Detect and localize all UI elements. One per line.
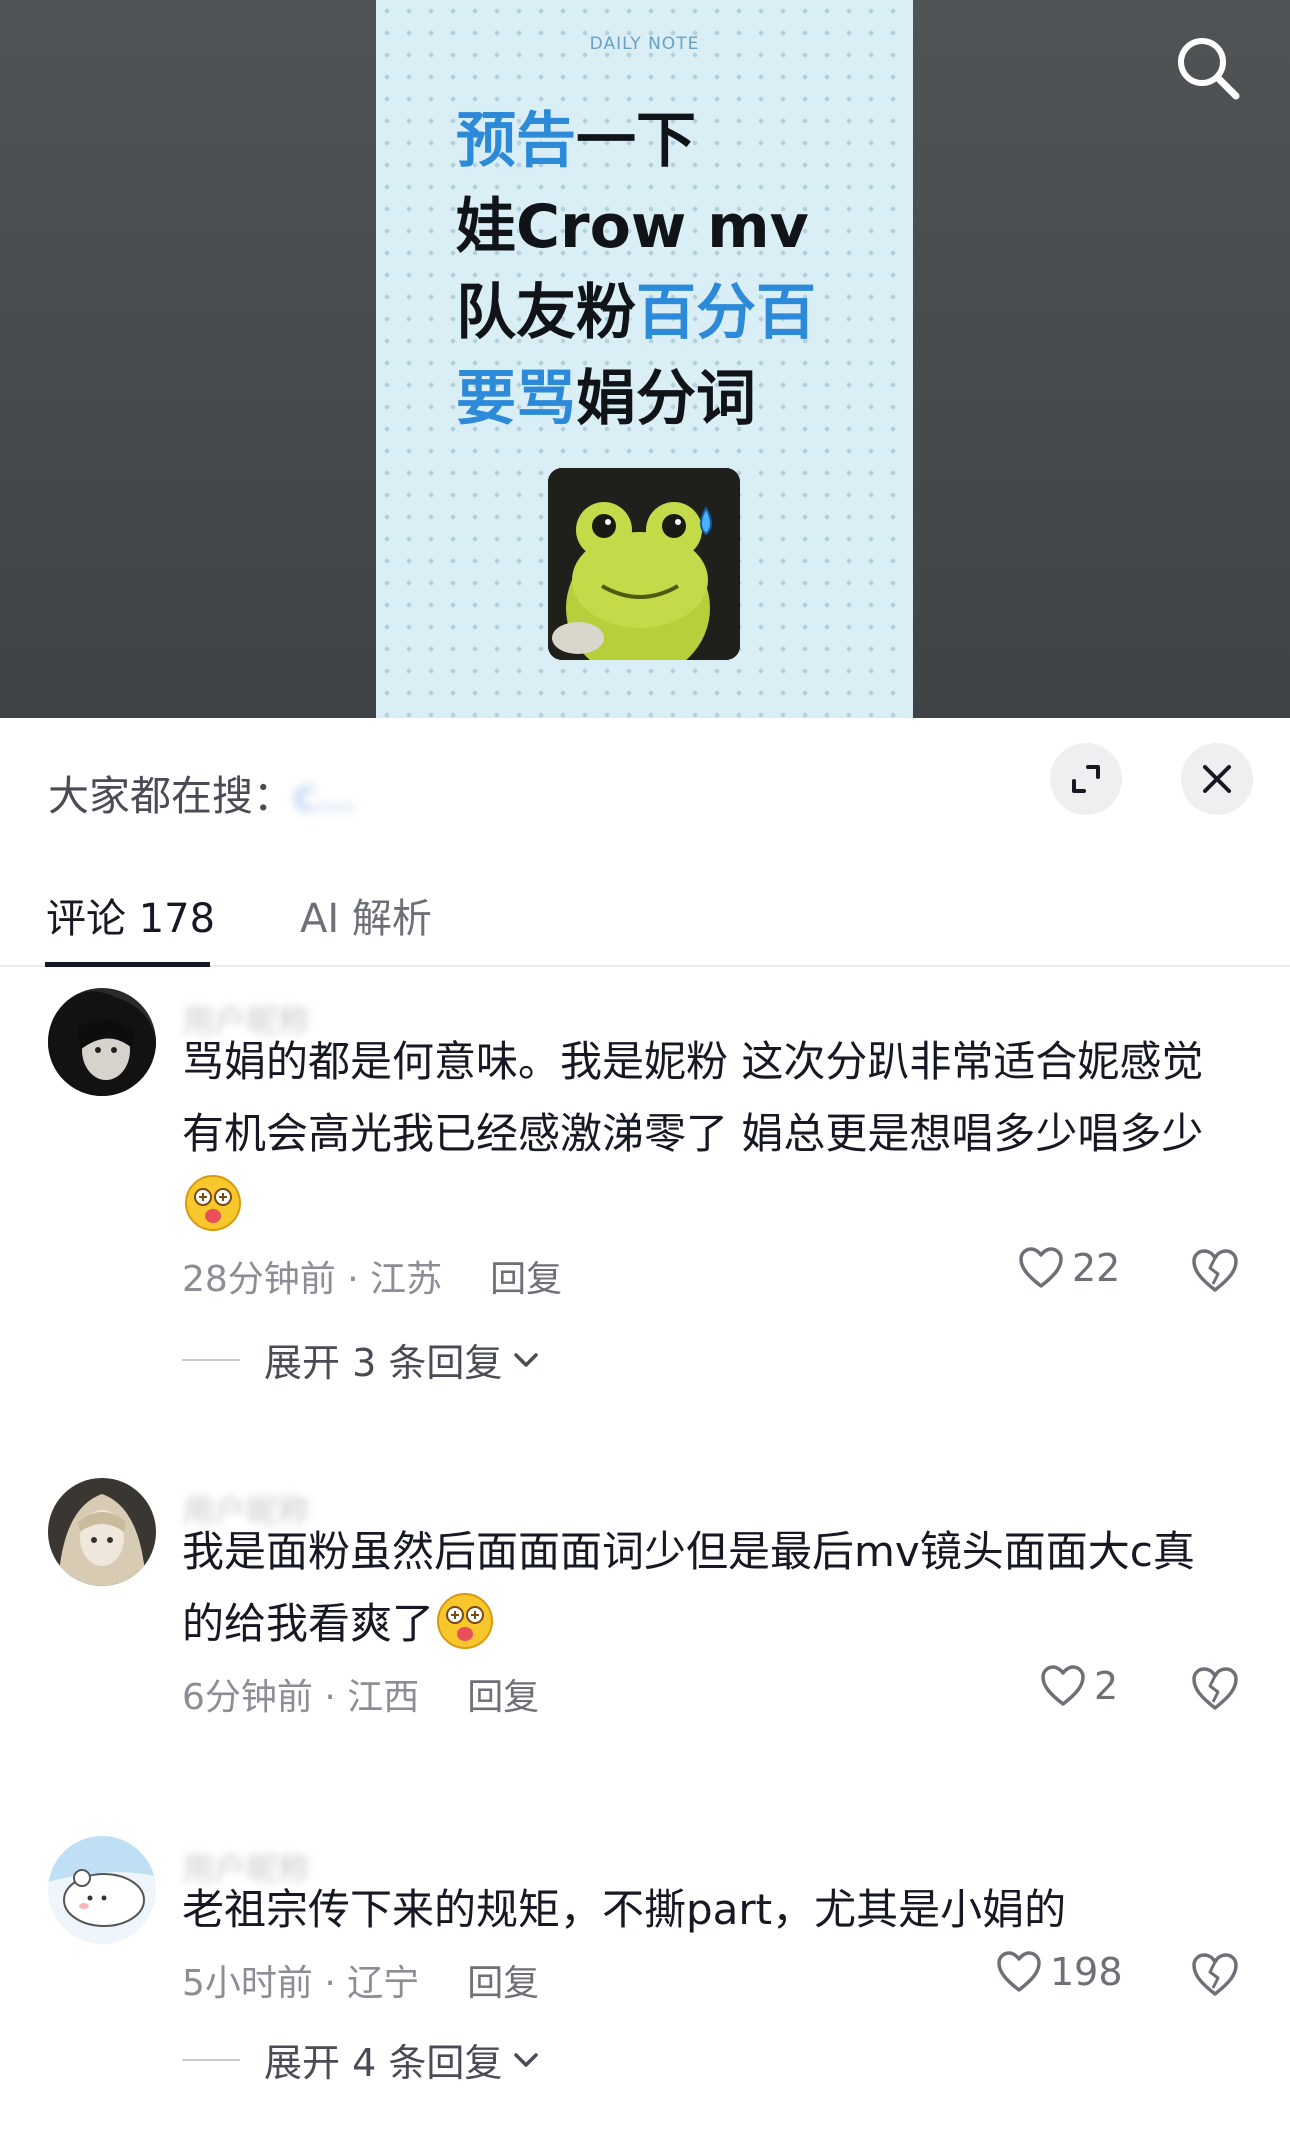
comment-time-location: 28分钟前 · 江苏 xyxy=(182,1259,443,1300)
broken-heart-icon xyxy=(1192,1667,1238,1710)
tab-comments[interactable]: 评论 178 xyxy=(46,873,215,965)
reply-button[interactable]: 回复 xyxy=(467,1963,539,2004)
divider-dash xyxy=(182,1358,240,1361)
frog-sticker xyxy=(548,468,740,660)
avatar[interactable] xyxy=(48,1478,156,1586)
reply-button[interactable]: 回复 xyxy=(490,1259,562,1300)
divider-dash xyxy=(182,2058,240,2061)
note-line-4: 要骂娟分词 xyxy=(456,364,756,434)
comment-time-location: 5小时前 · 辽宁 xyxy=(182,1963,420,2004)
dislike-button[interactable] xyxy=(1190,1664,1240,1714)
daily-note-card: DAILY NOTE 预告一下 娃Crow mv 队友粉百分百 要骂娟分词 xyxy=(376,0,913,718)
comment-time-location: 6分钟前 · 江西 xyxy=(182,1677,420,1718)
comment-meta: 28分钟前 · 江苏 回复 xyxy=(182,1250,562,1302)
heart-icon xyxy=(997,1951,1041,1992)
comment-tabs: 评论 178 AI 解析 xyxy=(0,873,1290,967)
close-button[interactable] xyxy=(1181,743,1253,815)
expand-button[interactable] xyxy=(1050,743,1122,815)
search-query: c... xyxy=(294,772,356,820)
reply-button[interactable]: 回复 xyxy=(467,1677,539,1718)
comment-text: 我是面粉虽然后面面面词少但是最后mv镜头面面大c真的给我看爽了 xyxy=(182,1527,1195,1650)
like-button[interactable]: 2 xyxy=(1040,1664,1118,1708)
dizzy-face-emoji-icon xyxy=(436,1592,494,1650)
heart-icon xyxy=(1019,1247,1063,1288)
comment-meta: 5小时前 · 辽宁 回复 xyxy=(182,1954,539,2006)
active-tab-indicator xyxy=(45,962,210,967)
comment-sheet: 大家都在搜：c... 评论 178 AI 解析 用户昵称 骂娟的都是何意味。我是… xyxy=(0,718,1290,2140)
expand-replies-button[interactable]: 展开 4 条回复 xyxy=(182,2032,540,2087)
note-line-1: 预告一下 xyxy=(456,106,696,176)
note-text: 预告一下 娃Crow mv 队友粉百分百 要骂娟分词 xyxy=(456,98,816,442)
video-player[interactable]: DAILY NOTE 预告一下 娃Crow mv 队友粉百分百 要骂娟分词 xyxy=(0,0,1290,718)
like-count: 22 xyxy=(1072,1246,1121,1290)
dislike-button[interactable] xyxy=(1190,1950,1240,2000)
like-button[interactable]: 22 xyxy=(1018,1246,1120,1290)
avatar[interactable] xyxy=(48,988,156,1096)
search-icon[interactable] xyxy=(1172,32,1244,104)
comment-text: 骂娟的都是何意味。我是妮粉 这次分趴非常适合妮感觉有机会高光我已经感激涕零了 娟… xyxy=(182,1026,1222,1242)
tab-ai-analysis[interactable]: AI 解析 xyxy=(300,873,432,965)
like-button[interactable]: 198 xyxy=(996,1950,1123,1994)
broken-heart-icon xyxy=(1192,1249,1238,1292)
note-line-2: 娃Crow mv xyxy=(456,192,809,262)
like-count: 2 xyxy=(1094,1664,1119,1708)
comment-text: 老祖宗传下来的规矩，不撕part，尤其是小娟的 xyxy=(182,1885,1067,1934)
avatar[interactable] xyxy=(48,1836,156,1944)
broken-heart-icon xyxy=(1192,1953,1238,1996)
note-label: DAILY NOTE xyxy=(589,34,700,54)
dislike-button[interactable] xyxy=(1190,1246,1240,1296)
chevron-down-icon xyxy=(514,2052,539,2067)
heart-icon xyxy=(1041,1665,1085,1706)
expand-icon xyxy=(1072,765,1100,793)
like-count: 198 xyxy=(1050,1950,1123,1994)
dizzy-face-emoji-icon xyxy=(184,1174,242,1232)
comment-meta: 6分钟前 · 江西 回复 xyxy=(182,1668,539,1720)
expand-replies-button[interactable]: 展开 3 条回复 xyxy=(182,1332,540,1387)
note-line-3: 队友粉百分百 xyxy=(456,278,816,348)
trending-search-hint[interactable]: 大家都在搜：c... xyxy=(48,762,356,822)
chevron-down-icon xyxy=(514,1352,539,1367)
close-icon xyxy=(1203,765,1231,793)
